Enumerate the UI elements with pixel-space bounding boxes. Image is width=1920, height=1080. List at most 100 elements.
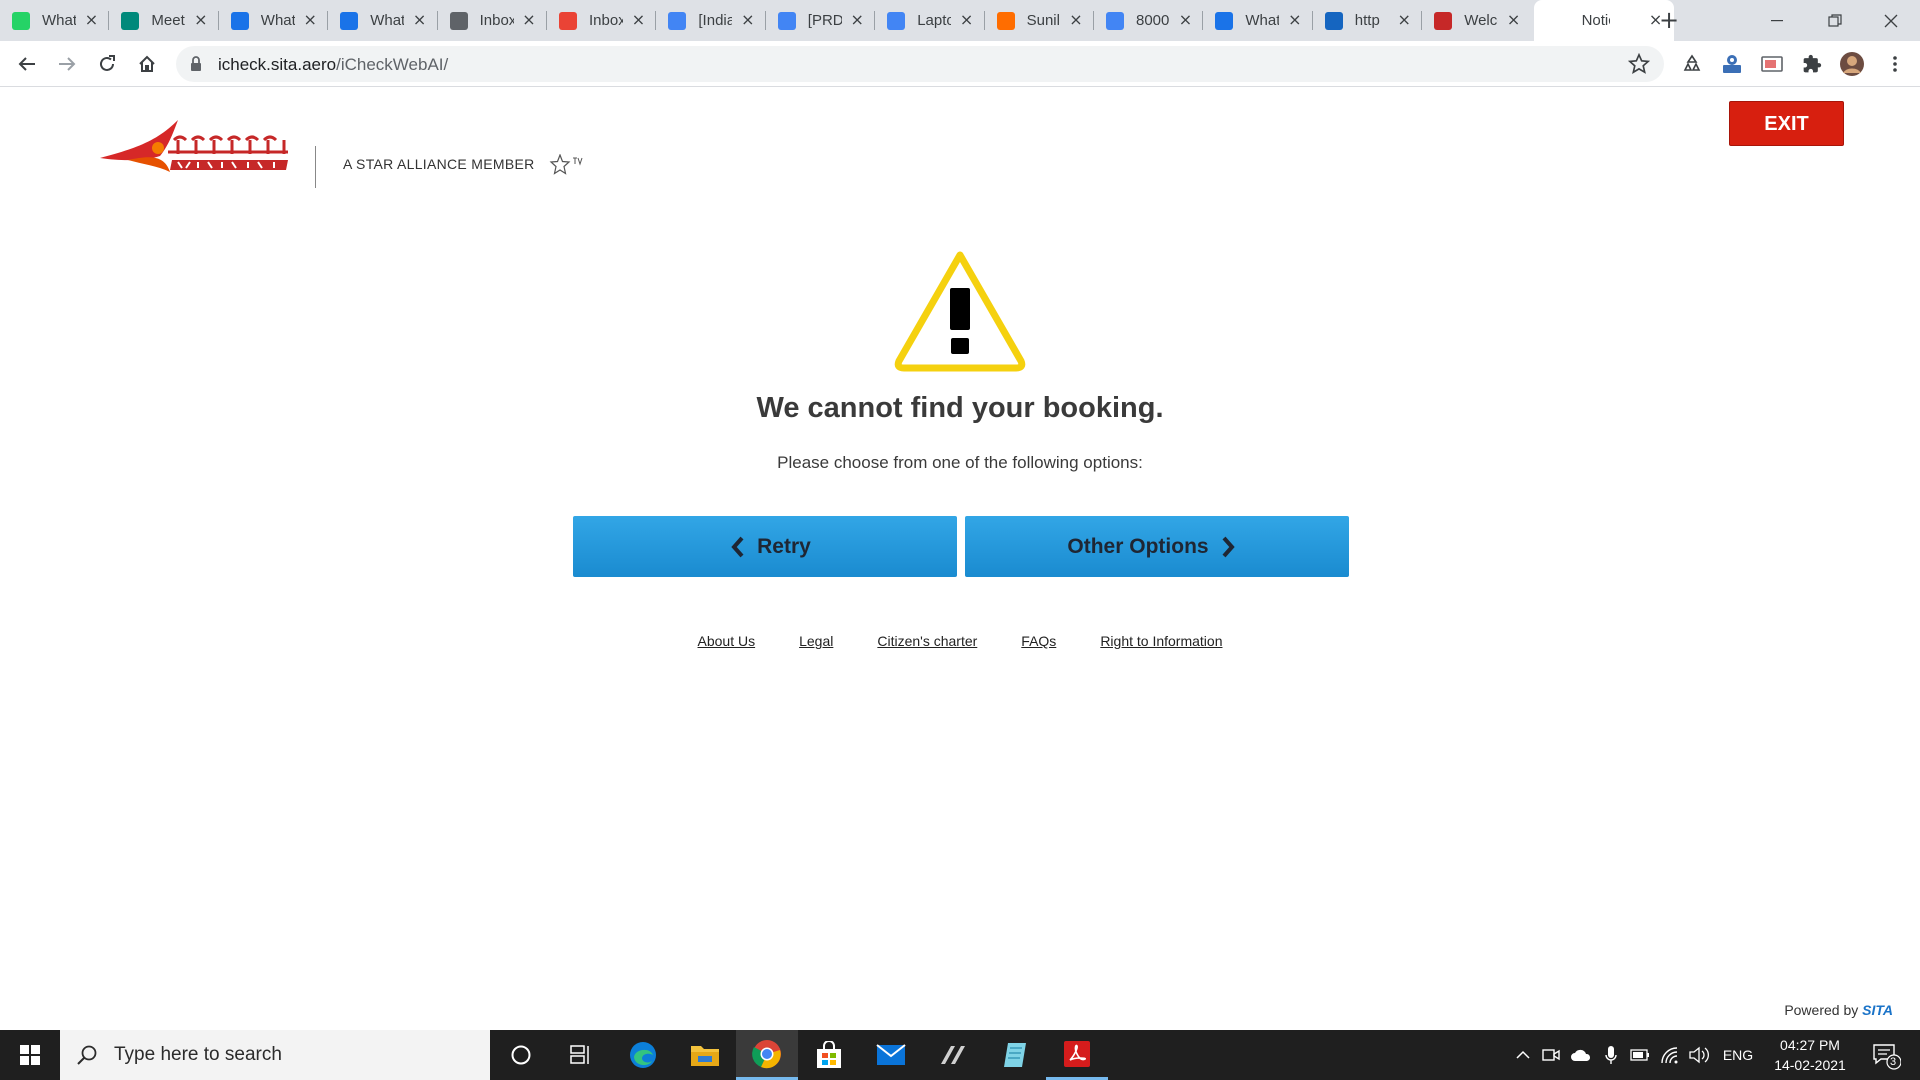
browser-tab[interactable]: WhatsApp × — [1203, 0, 1313, 41]
search-placeholder: Type here to search — [114, 1044, 282, 1065]
exit-button[interactable]: EXIT — [1729, 101, 1844, 146]
close-window-button[interactable] — [1862, 0, 1920, 41]
profile-avatar[interactable] — [1837, 49, 1867, 79]
taskbar-mail[interactable] — [860, 1030, 922, 1080]
about-us-link[interactable]: About Us — [698, 633, 756, 649]
browser-tab[interactable]: Notice× — [1533, 0, 1674, 41]
tray-language[interactable]: ENG — [1718, 1030, 1758, 1080]
extension-cast[interactable] — [1757, 49, 1787, 79]
recycle-icon — [1683, 54, 1701, 71]
browser-tab[interactable]: Meet × — [109, 0, 219, 41]
taskbar-acrobat[interactable] — [1046, 1030, 1108, 1080]
battery-icon — [1630, 1049, 1649, 1061]
task-view-icon — [570, 1045, 589, 1064]
tab-close-icon[interactable]: × — [521, 12, 537, 28]
windows-taskbar: Type here to search ENG 04:27 PM 14-02-2… — [0, 1030, 1920, 1080]
kebab-menu-icon — [1893, 56, 1897, 72]
tab-title: 8000 — [1136, 12, 1170, 29]
forward-button[interactable] — [52, 49, 82, 79]
tab-title: Sunil — [1026, 12, 1060, 29]
tab-close-icon[interactable]: × — [1287, 12, 1303, 28]
tab-close-icon[interactable]: × — [1068, 12, 1084, 28]
whatsapp-icon — [12, 11, 30, 30]
tab-title: Welcome — [1464, 12, 1498, 29]
tray-onedrive[interactable] — [1566, 1030, 1596, 1080]
mail-icon — [876, 1044, 906, 1065]
tab-close-icon[interactable]: × — [1177, 12, 1193, 28]
right-to-information-link[interactable]: Right to Information — [1100, 633, 1222, 649]
browser-tab[interactable]: Laptop × — [875, 0, 985, 41]
retry-button[interactable]: Retry — [573, 516, 957, 577]
taskbar-chrome[interactable] — [736, 1030, 798, 1080]
tray-volume[interactable] — [1686, 1030, 1714, 1080]
tab-close-icon[interactable]: × — [302, 12, 318, 28]
tab-title: Meet — [151, 12, 185, 29]
minimize-button[interactable] — [1748, 0, 1806, 41]
new-tab-button[interactable]: + — [1657, 8, 1681, 32]
tab-close-icon[interactable]: × — [849, 12, 865, 28]
tab-close-icon[interactable]: × — [740, 12, 756, 28]
home-button[interactable] — [132, 49, 162, 79]
tab-close-icon[interactable]: × — [193, 12, 209, 28]
tab-title: Inbox — [589, 12, 623, 29]
taskbar-clock[interactable]: 04:27 PM 14-02-2021 — [1770, 1035, 1850, 1075]
browser-menu-button[interactable] — [1880, 49, 1910, 79]
reload-button[interactable] — [92, 49, 122, 79]
taskbar-search-box[interactable]: Type here to search — [60, 1030, 490, 1080]
tab-title: WhatsApp — [1245, 12, 1280, 29]
edge-icon — [630, 1042, 656, 1068]
other-options-button[interactable]: Other Options — [965, 516, 1349, 577]
tray-battery[interactable] — [1626, 1030, 1654, 1080]
tab-close-icon[interactable]: × — [959, 12, 975, 28]
u-icon — [1324, 11, 1343, 30]
extension-recycle[interactable] — [1677, 49, 1707, 79]
tray-show-hidden[interactable] — [1510, 1030, 1536, 1080]
browser-tab-strip: WhatsApp×Meet×WhatsApp×WhatsApp×Inbox×In… — [0, 0, 1920, 41]
faqs-link[interactable]: FAQs — [1021, 633, 1056, 649]
tab-close-icon[interactable]: × — [412, 12, 428, 28]
tab-close-icon[interactable]: × — [630, 12, 646, 28]
address-bar[interactable]: icheck.sita.aero/iCheckWebAI/ — [176, 46, 1664, 82]
page-subtitle: Please choose from one of the following … — [777, 453, 1143, 472]
notification-count: 3 — [1890, 1056, 1897, 1068]
tab-close-icon[interactable]: × — [1396, 12, 1412, 28]
taskbar-edge[interactable] — [612, 1030, 674, 1080]
retry-label: Retry — [757, 534, 811, 558]
citizens-charter-link[interactable]: Citizen's charter — [877, 633, 977, 649]
tab-close-icon[interactable]: × — [1506, 12, 1522, 28]
browser-tab[interactable]: Welcome × — [1422, 0, 1531, 41]
tray-microphone[interactable] — [1598, 1030, 1624, 1080]
browser-tab[interactable]: WhatsApp × — [328, 0, 438, 41]
browser-tab[interactable]: [PRD] × — [766, 0, 876, 41]
taskbar-notepad[interactable] — [984, 1030, 1046, 1080]
browser-tab[interactable]: 8000 × — [1094, 0, 1204, 41]
extensions-button[interactable] — [1797, 49, 1827, 79]
browser-tab[interactable]: WhatsApp × — [219, 0, 329, 41]
taskbar-file-explorer[interactable] — [674, 1030, 736, 1080]
browser-tab[interactable]: Sunil × — [985, 0, 1094, 41]
taskbar-store[interactable] — [798, 1030, 860, 1080]
bookmark-star-icon[interactable] — [1628, 53, 1650, 75]
browser-tab[interactable]: WhatsApp × — [0, 0, 110, 41]
whatsapp-link-icon — [340, 11, 359, 30]
legal-link[interactable]: Legal — [799, 633, 833, 649]
browser-tab[interactable]: http × — [1313, 0, 1423, 41]
back-button[interactable] — [12, 49, 42, 79]
url-path: /iCheckWebAI/ — [336, 55, 449, 74]
browser-tab[interactable]: Inbox × — [438, 0, 547, 41]
tab-close-icon[interactable]: × — [83, 12, 99, 28]
tray-wifi[interactable] — [1656, 1030, 1684, 1080]
start-button[interactable] — [0, 1030, 60, 1080]
browser-tab[interactable]: Inbox × — [547, 0, 657, 41]
taskbar-app-slash[interactable] — [922, 1030, 984, 1080]
extension-account[interactable] — [1717, 49, 1747, 79]
tray-meet-now[interactable] — [1538, 1030, 1564, 1080]
browser-tab[interactable]: [India] × — [656, 0, 766, 41]
action-center-button[interactable]: 3 — [1864, 1030, 1908, 1080]
tab-title: WhatsApp — [42, 12, 76, 29]
restore-button[interactable] — [1806, 0, 1864, 41]
cortana-button[interactable] — [490, 1030, 552, 1080]
task-view-button[interactable] — [550, 1030, 612, 1080]
tab-title: WhatsApp — [260, 12, 295, 29]
gmail-icon — [559, 11, 577, 30]
